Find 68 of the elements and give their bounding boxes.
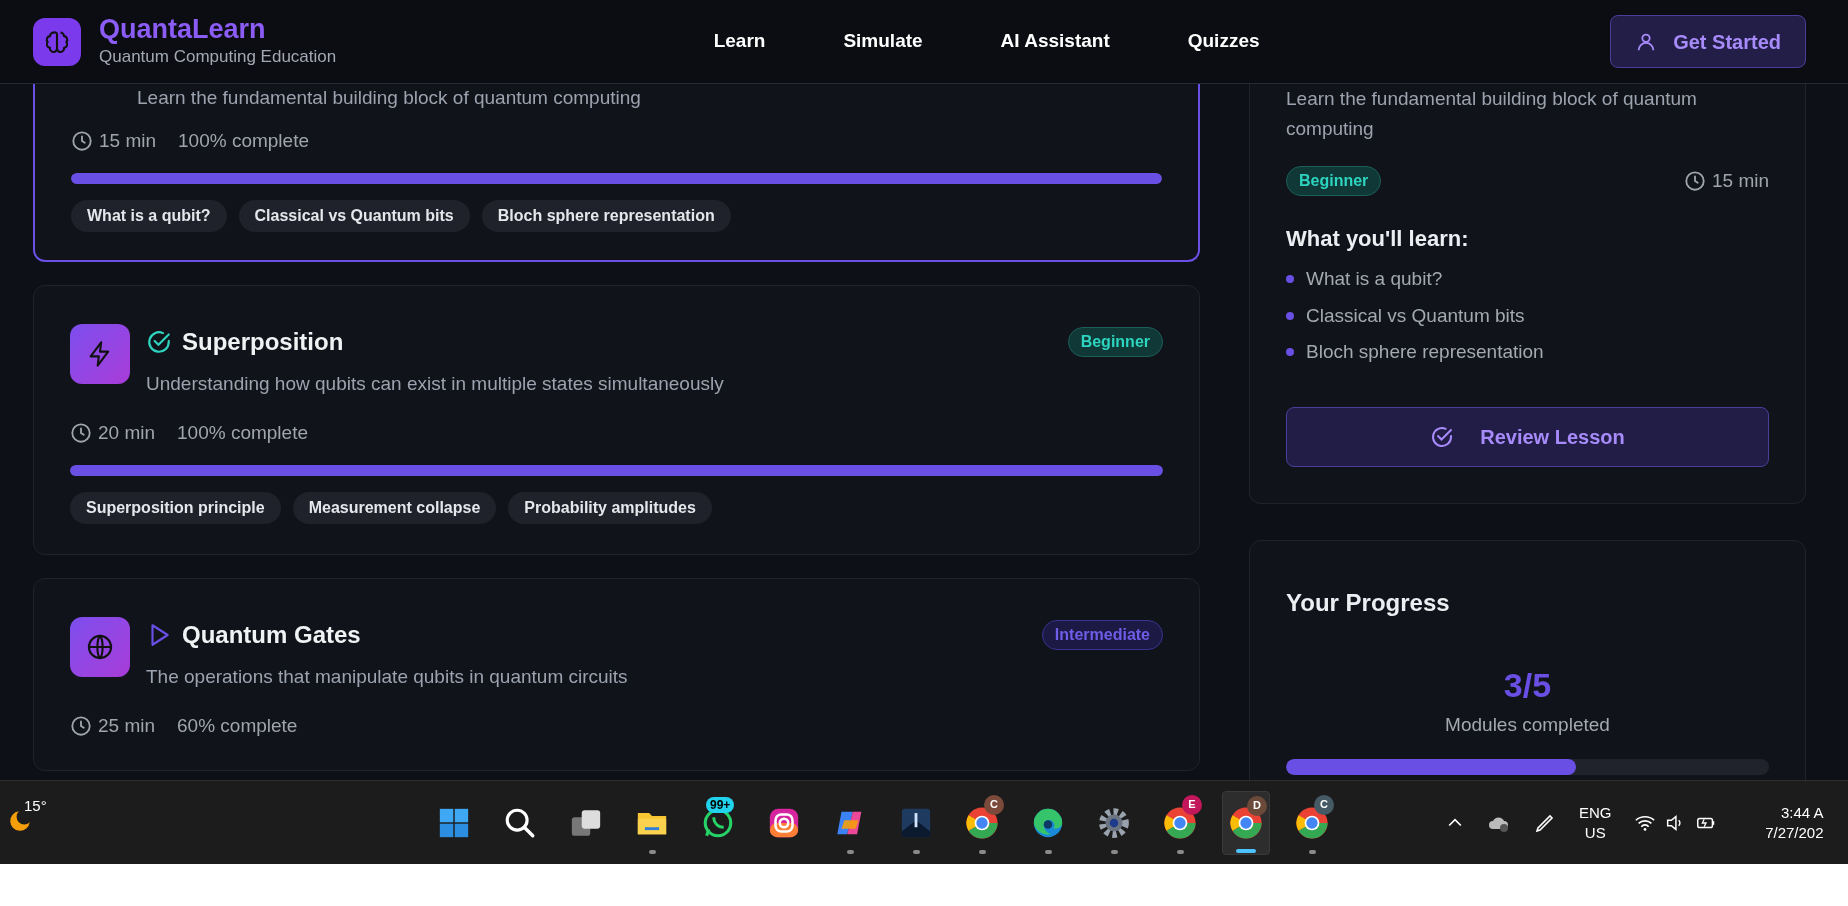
duration: 20 min — [98, 420, 156, 445]
taskbar-app-button[interactable]: C — [1288, 790, 1336, 855]
module-card[interactable]: Quantum Gates Intermediate The operations that manipulate qubits in quantum circuits 25 min 60% complete — [33, 578, 1200, 771]
topic-tag: Bloch sphere representation — [481, 200, 731, 232]
progress-text: 60% complete — [177, 713, 298, 738]
language: ENG — [1579, 802, 1612, 823]
clock-icon — [70, 421, 92, 444]
learn-heading: What you'll learn: — [1286, 225, 1470, 253]
tagline: Quantum Computing Education — [99, 45, 337, 68]
taskbar-app-button[interactable]: C — [958, 790, 1006, 855]
module-card[interactable]: Learn the fundamental building block of quantum computing 15 min 100% complete What is a qubit? Classical vs Quantum bits Bloch sphere representation — [33, 84, 1200, 262]
taskbar-app-button[interactable]: 99+ — [694, 790, 742, 855]
clock-icon — [70, 714, 92, 737]
module-card[interactable]: Superposition Beginner Understanding how qubits can exist in multiple states simultaneously 20 min 100% complete Superposition principle Measurement collapse Probability amplitudes — [33, 285, 1200, 555]
settings-icon — [1097, 805, 1131, 840]
level-badge: Beginner — [1067, 327, 1163, 357]
module-description: The operations that manipulate qubits in quantum circuits — [146, 665, 629, 689]
duration: 15 min — [1711, 168, 1769, 193]
profile-badge: D — [1247, 795, 1267, 816]
notification-badge: 99+ — [706, 796, 735, 813]
review-lesson-button[interactable]: Review Lesson — [1286, 406, 1769, 467]
check-circle-icon — [146, 329, 172, 355]
module-title: Superposition — [182, 327, 344, 357]
duration: 25 min — [98, 713, 156, 738]
clock-icon — [71, 129, 93, 152]
topic-tag: Measurement collapse — [292, 492, 497, 524]
bullet-icon — [1286, 348, 1294, 357]
progress-text: 100% complete — [177, 420, 308, 445]
learning-point: Bloch sphere representation — [1306, 340, 1544, 364]
progress-text: 100% complete — [178, 128, 309, 153]
module-description: Learn the fundamental building block of quantum computing — [136, 86, 642, 110]
clock-icon — [1683, 170, 1706, 192]
learning-point: Classical vs Quantum bits — [1306, 303, 1525, 328]
region: US — [1584, 822, 1606, 843]
weather-temperature: 15° — [24, 796, 47, 816]
duration: 15 min — [99, 128, 157, 153]
nav-link[interactable]: AI Assistant — [1000, 27, 1110, 56]
progress-title: Your Progress — [1286, 587, 1451, 618]
bolt-icon — [70, 324, 130, 384]
learning-point: What is a qubit? — [1306, 267, 1443, 291]
profile-badge: C — [1314, 794, 1334, 815]
lesson-description: Learn the fundamental building block of quantum computing — [1286, 87, 1698, 141]
topic-tag: Classical vs Quantum bits — [238, 200, 470, 232]
level-badge: Intermediate — [1041, 620, 1163, 650]
bullet-icon — [1286, 311, 1294, 320]
count-caption: Modules completed — [1445, 712, 1610, 737]
profile-badge: C — [984, 794, 1004, 815]
clock-date: 7/27/202 — [1765, 822, 1824, 843]
topic-tag: Probability amplitudes — [508, 492, 712, 524]
nav-link[interactable]: Simulate — [843, 27, 923, 56]
profile-badge: E — [1182, 794, 1202, 815]
level-badge: Beginner — [1286, 166, 1382, 196]
get-started-button[interactable]: Get Started — [1610, 15, 1806, 68]
clock-time: 3:44 A — [1780, 802, 1824, 823]
taskbar-app-button[interactable]: D — [1222, 790, 1270, 855]
brand-name: QuantaLearn — [99, 13, 267, 44]
nav-link[interactable]: Quizzes — [1187, 27, 1260, 56]
modules-count: 3/5 — [1503, 664, 1552, 705]
nav-link[interactable]: Learn — [713, 27, 766, 56]
check-circle-icon — [1430, 424, 1455, 449]
taskbar-app-button[interactable]: E — [1156, 790, 1204, 855]
topic-tag: Superposition principle — [70, 492, 281, 524]
globe-icon — [70, 617, 130, 677]
module-description: Understanding how qubits can exist in multiple states simultaneously — [146, 372, 725, 396]
brain-icon — [33, 17, 81, 66]
module-title: Quantum Gates — [182, 620, 361, 650]
bullet-icon — [1286, 275, 1294, 284]
topic-tag: What is a qubit? — [71, 200, 227, 232]
